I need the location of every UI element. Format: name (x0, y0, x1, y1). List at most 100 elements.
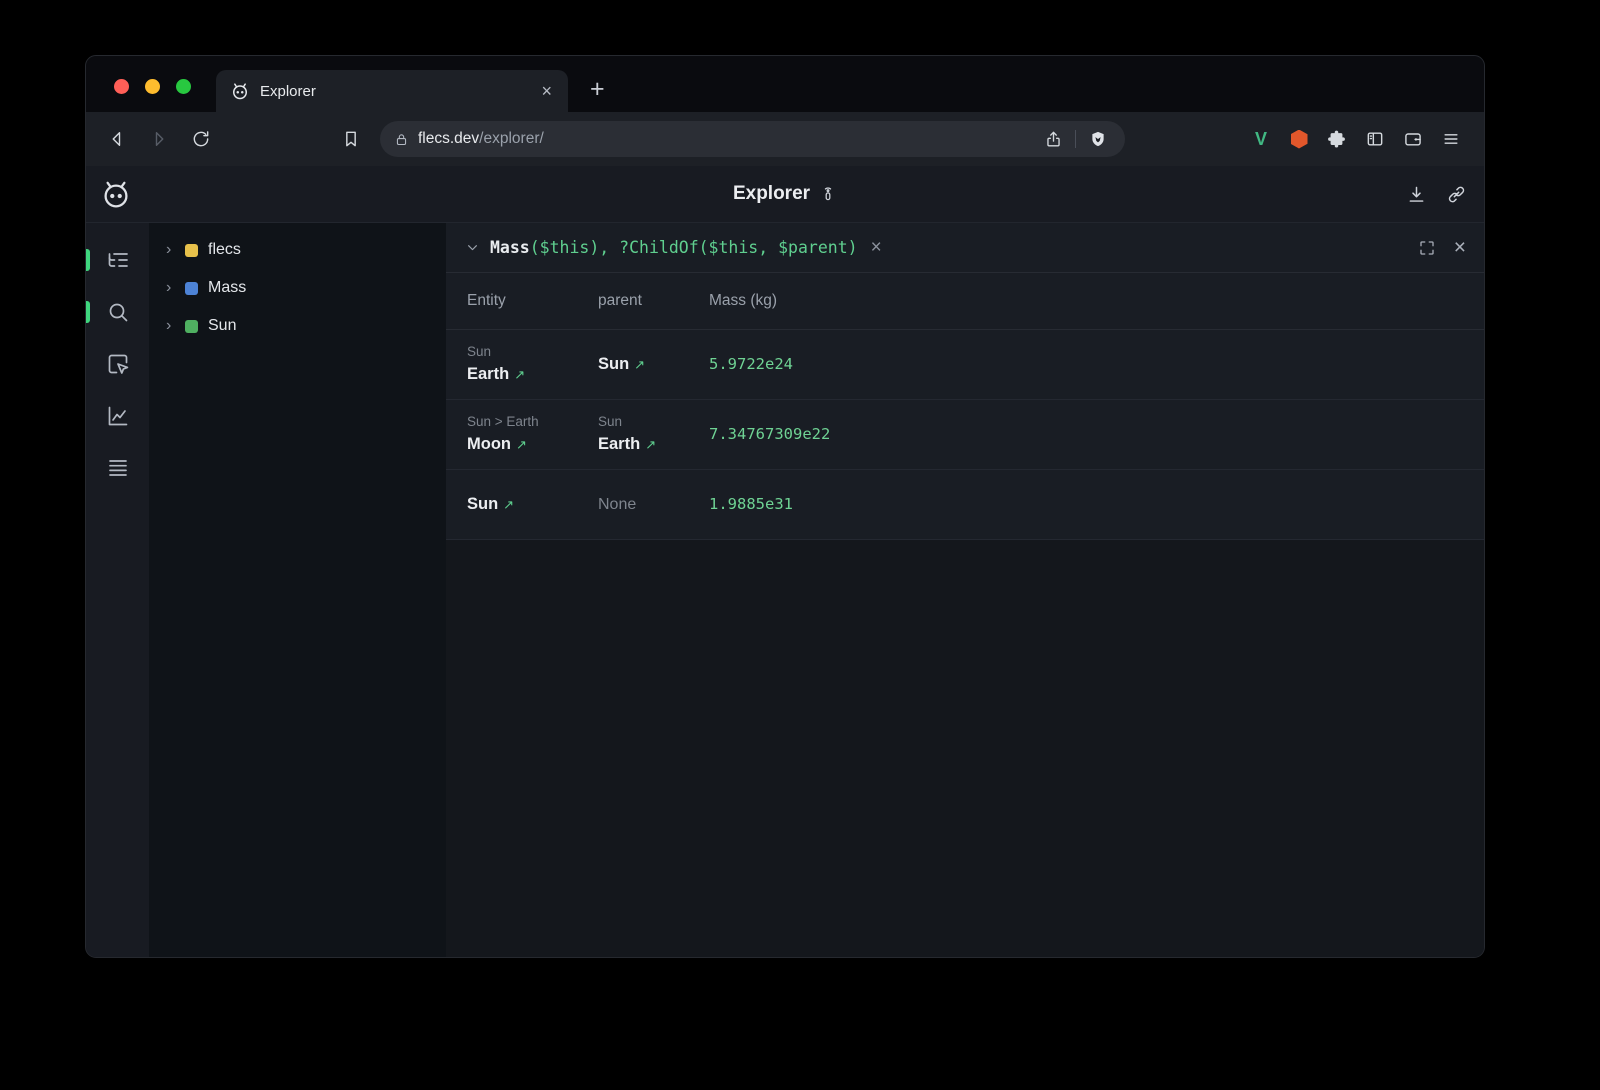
share-button[interactable] (1038, 124, 1068, 154)
collapse-chevron-button[interactable] (464, 239, 481, 256)
column-header-entity: Entity (467, 292, 598, 310)
app-content: › flecs › Mass › Sun (86, 223, 1484, 957)
browser-window: Explorer × + flecs.dev/exp (85, 55, 1485, 958)
browser-menu-button[interactable] (1432, 122, 1470, 156)
entity-cell: Sun > Earth Moon↗ (467, 401, 598, 468)
parent-link[interactable]: Earth (598, 435, 640, 453)
parent-link[interactable]: Sun (598, 355, 629, 373)
parent-cell: Sun ↗ (598, 341, 709, 388)
entity-link[interactable]: Moon (467, 435, 511, 453)
window-close-button[interactable] (114, 79, 129, 94)
app-title-group: Explorer (86, 183, 1484, 205)
reload-icon (191, 129, 211, 149)
tab-close-icon[interactable]: × (537, 80, 556, 102)
reload-button[interactable] (184, 122, 218, 156)
parent-none-value: None (598, 496, 636, 513)
tree-list-icon (106, 248, 130, 272)
extension-hexagon-button[interactable] (1280, 122, 1318, 156)
url-path: /explorer/ (479, 130, 544, 147)
query-component-token: Mass (490, 238, 530, 257)
forward-icon (149, 129, 169, 149)
query-bar: Mass($this), ?ChildOf($this, $parent) × … (446, 223, 1484, 273)
hexagon-extension-icon (1291, 130, 1308, 149)
query-terms-token: ($this), ?ChildOf($this, $parent) (530, 238, 858, 257)
query-clear-icon[interactable]: × (871, 238, 882, 257)
mass-cell: 1.9885e31 (709, 484, 1484, 525)
tree-item-label: flecs (208, 241, 241, 259)
brave-shield-icon (1089, 130, 1107, 148)
app-header: Explorer (86, 166, 1484, 223)
tree-item-sun[interactable]: › Sun (149, 307, 446, 345)
tree-item-flecs[interactable]: › flecs (149, 231, 446, 269)
inspect-cursor-icon (106, 352, 130, 376)
link-arrow-icon: ↗ (634, 357, 645, 372)
link-arrow-icon: ↗ (645, 437, 656, 452)
sidebar-item-inspect[interactable] (105, 351, 131, 377)
wallet-button[interactable] (1394, 122, 1432, 156)
flecs-favicon-icon (230, 81, 250, 101)
expand-chevron-icon[interactable]: › (166, 317, 182, 335)
mass-cell: 7.34767309e22 (709, 414, 1484, 455)
parent-cell: None (598, 485, 709, 525)
browser-toolbar: flecs.dev/explorer/ V (86, 112, 1484, 166)
chart-icon (106, 404, 130, 428)
wallet-icon (1403, 129, 1423, 149)
active-indicator-entities (86, 249, 90, 271)
expand-panel-button[interactable] (1418, 239, 1436, 257)
table-row: Sun↗ None 1.9885e31 (446, 470, 1484, 540)
active-indicator-query (86, 301, 90, 323)
tree-item-label: Mass (208, 279, 246, 297)
tree-item-label: Sun (208, 317, 236, 335)
sidebar-item-journal[interactable] (105, 455, 131, 481)
entity-link[interactable]: Earth (467, 365, 509, 383)
url-domain: flecs.dev (418, 130, 479, 147)
url-bar[interactable]: flecs.dev/explorer/ (380, 121, 1125, 157)
lock-icon (394, 132, 409, 147)
vue-devtools-icon: V (1255, 129, 1267, 150)
back-button[interactable] (100, 122, 134, 156)
query-results-table: Entity parent Mass (kg) Sun Earth ↗ Sun ↗ (446, 273, 1484, 540)
window-minimize-button[interactable] (145, 79, 160, 94)
brave-shields-button[interactable] (1083, 124, 1113, 154)
window-zoom-button[interactable] (176, 79, 191, 94)
url-text: flecs.dev/explorer/ (418, 130, 544, 148)
desktop-background: Explorer × + flecs.dev/exp (0, 0, 1600, 1090)
component-color-swatch (185, 282, 198, 295)
tab-strip: Explorer × + (86, 56, 1484, 112)
browser-tab-explorer[interactable]: Explorer × (216, 70, 568, 112)
mass-value: 1.9885e31 (709, 495, 793, 513)
mass-cell: 5.9722e24 (709, 344, 1484, 385)
parent-parent-path: Sun (598, 412, 709, 432)
table-header-row: Entity parent Mass (kg) (446, 273, 1484, 330)
tree-item-mass[interactable]: › Mass (149, 269, 446, 307)
parent-cell: Sun Earth ↗ (598, 401, 709, 468)
sidebar-item-stats[interactable] (105, 403, 131, 429)
forward-button[interactable] (142, 122, 176, 156)
back-icon (107, 129, 127, 149)
sidebar-item-entities[interactable] (105, 247, 131, 273)
chevron-down-icon (464, 239, 481, 256)
extension-vue-devtools-button[interactable]: V (1242, 122, 1280, 156)
entity-tree-panel: › flecs › Mass › Sun (149, 223, 446, 957)
bookmark-button[interactable] (334, 122, 368, 156)
tab-title: Explorer (260, 83, 537, 100)
extensions-button[interactable] (1318, 122, 1356, 156)
query-panel-actions: × (1418, 237, 1466, 258)
table-row: Sun Earth ↗ Sun ↗ 5.9722e24 (446, 330, 1484, 400)
sidebar-item-query[interactable] (105, 299, 131, 325)
close-panel-icon[interactable]: × (1454, 237, 1466, 258)
expand-chevron-icon[interactable]: › (166, 241, 182, 259)
expand-chevron-icon[interactable]: › (166, 279, 182, 297)
entity-link[interactable]: Sun (467, 495, 498, 513)
link-arrow-icon: ↗ (514, 367, 525, 382)
entity-parent-path: Sun (467, 342, 598, 362)
new-tab-button[interactable]: + (590, 77, 605, 102)
table-row: Sun > Earth Moon↗ Sun Earth ↗ 7.34767309e… (446, 400, 1484, 470)
query-expression[interactable]: Mass($this), ?ChildOf($this, $parent) (490, 238, 858, 257)
query-panel: Mass($this), ?ChildOf($this, $parent) × … (446, 223, 1484, 957)
sidebar-toggle-button[interactable] (1356, 122, 1394, 156)
entity-cell: Sun Earth ↗ (467, 331, 598, 398)
share-icon (1044, 130, 1063, 149)
module-color-swatch (185, 244, 198, 257)
sidebar-toggle-icon (1365, 129, 1385, 149)
